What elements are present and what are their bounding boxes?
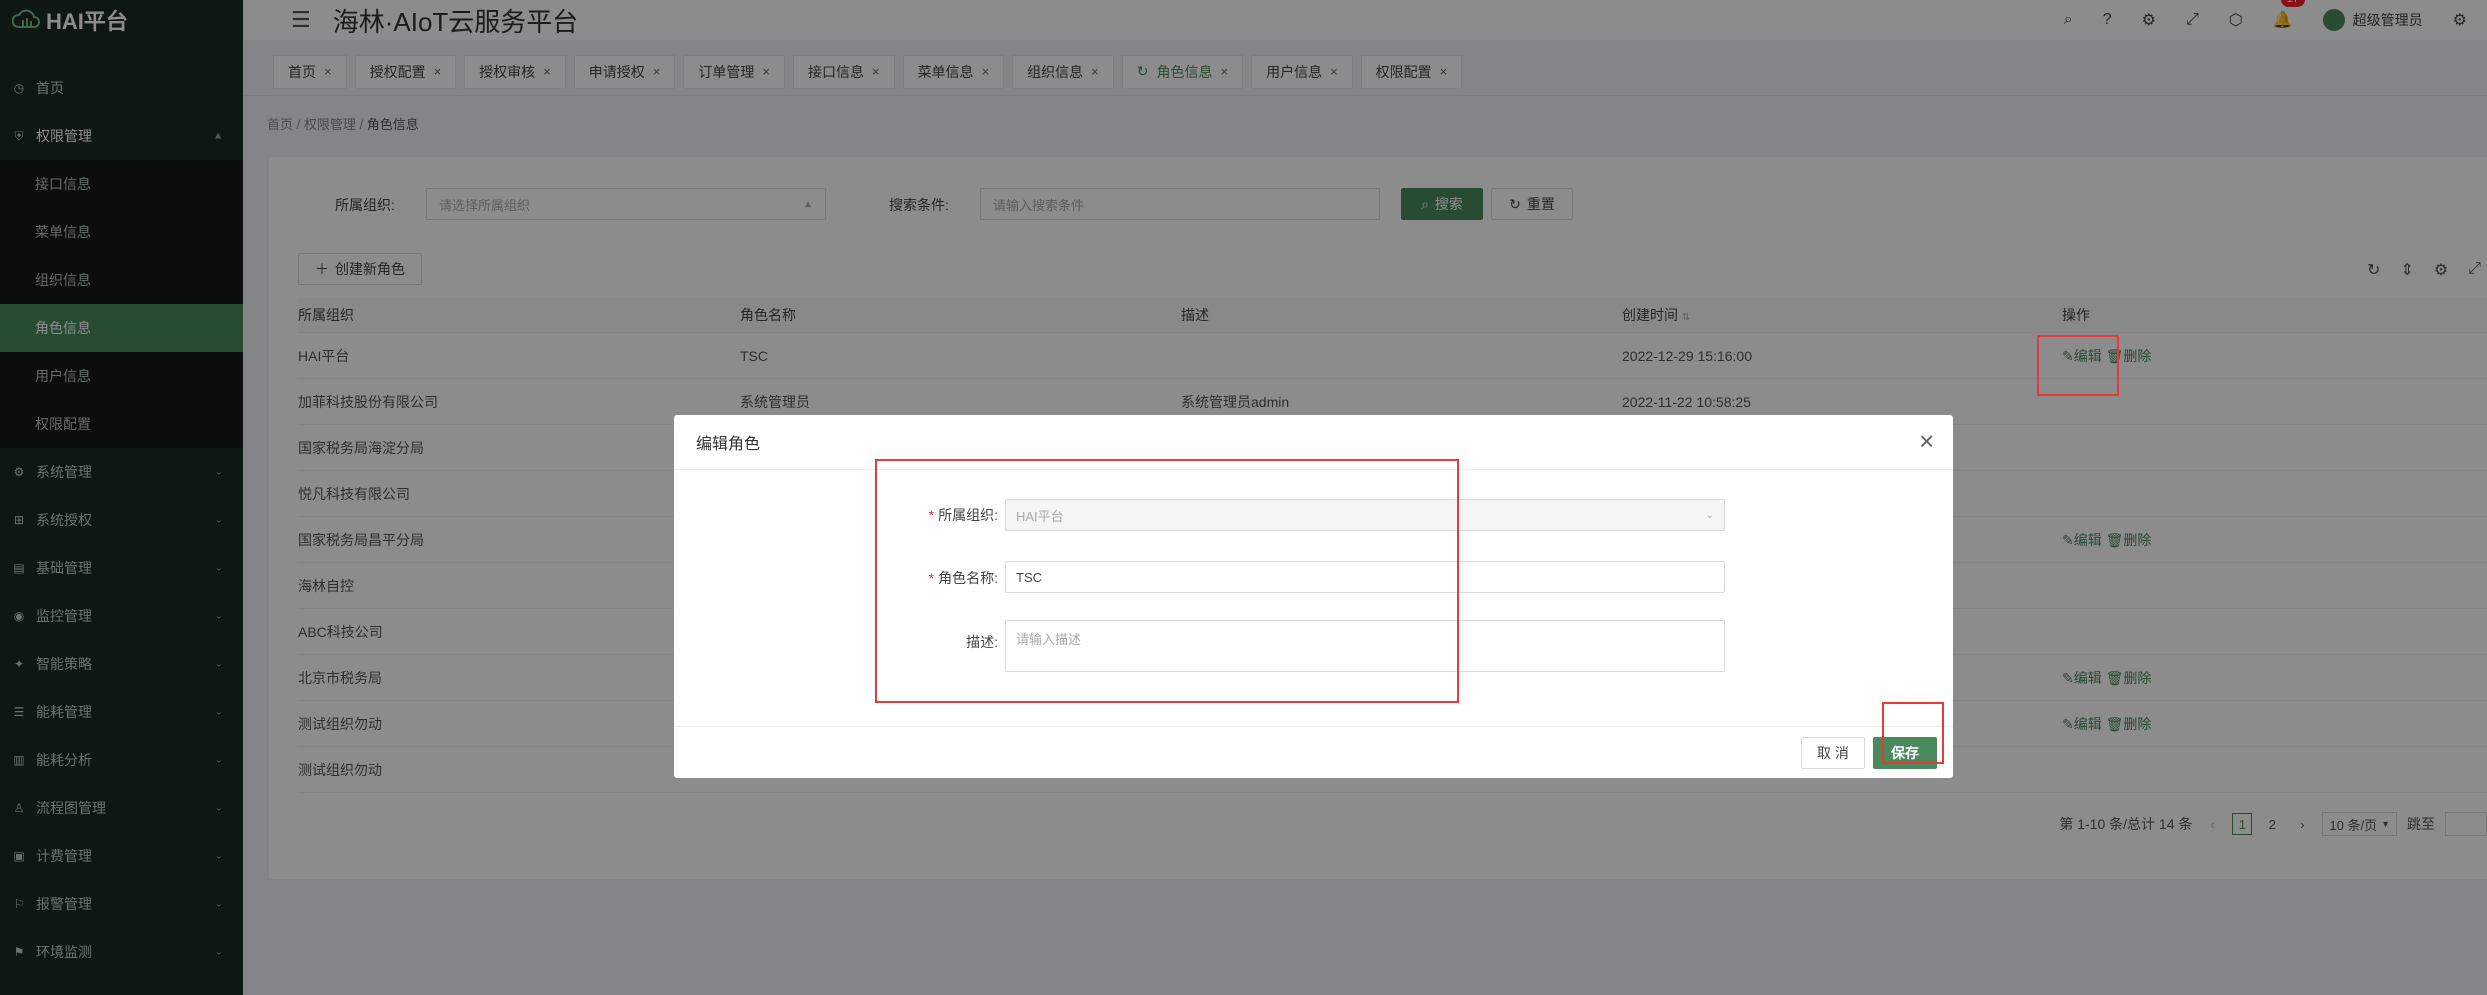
highlight-form-box	[875, 459, 1459, 703]
close-icon[interactable]: ✕	[1918, 430, 1935, 455]
modal-footer: 取 消 保存	[674, 726, 1953, 778]
edit-role-modal: 编辑角色 ✕ * 所属组织: HAI平台 ⌄ * 角色名称: TSC 描述: 请输入描…	[674, 415, 1953, 778]
highlight-save-box	[1882, 702, 1944, 764]
cancel-button[interactable]: 取 消	[1801, 737, 1865, 769]
chevron-down-icon: ⌄	[1705, 509, 1714, 521]
highlight-edit-box	[2037, 335, 2119, 396]
modal-title: 编辑角色	[696, 436, 761, 453]
